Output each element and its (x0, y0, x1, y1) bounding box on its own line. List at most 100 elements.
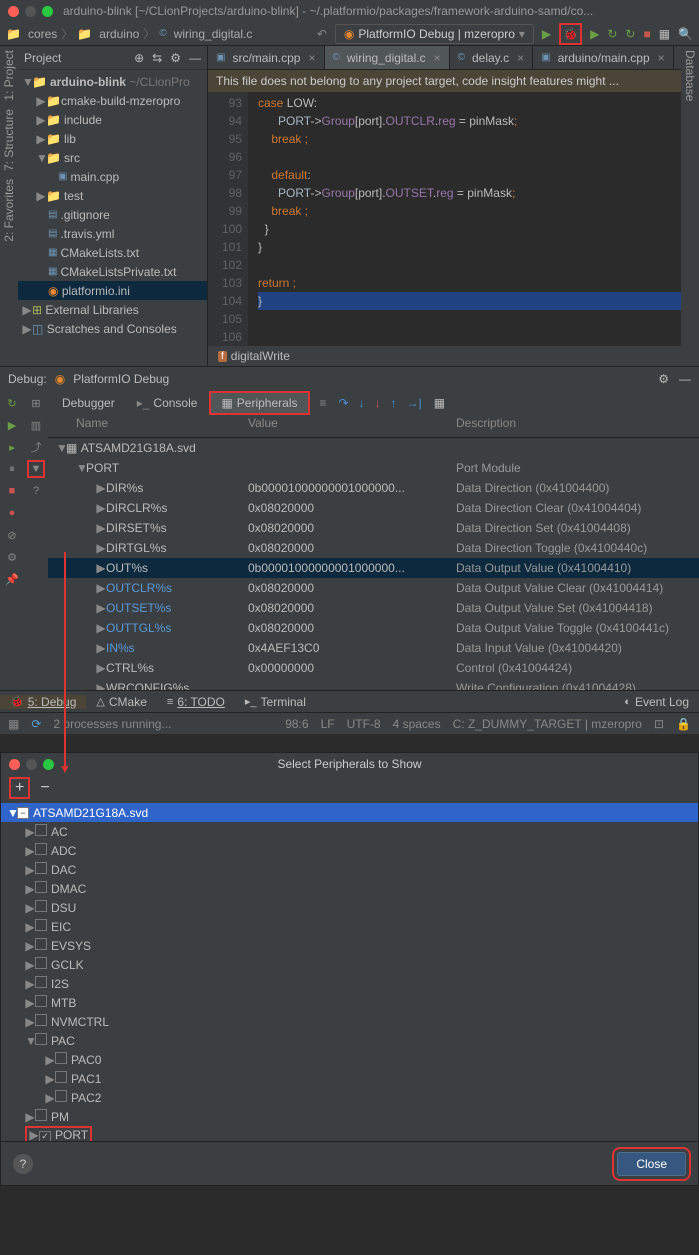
zoom-icon[interactable] (43, 759, 54, 770)
tab-arduino-main[interactable]: ▣arduino/main.cpp× (533, 46, 674, 69)
svd-root-row[interactable]: ▼−ATSAMD21G18A.svd (1, 803, 698, 822)
code-area[interactable]: case LOW: PORT->Group[port].OUTCLR.reg =… (248, 92, 681, 346)
minimize-icon[interactable] (25, 6, 36, 17)
gear-icon[interactable]: ⚙ (170, 51, 181, 65)
back-icon[interactable]: ↶ (317, 27, 327, 41)
peripheral-item[interactable]: ▶PAC2 (1, 1088, 698, 1107)
peripheral-item[interactable]: ▶DSU (1, 898, 698, 917)
tree-folder[interactable]: ▶📁cmake-build-mzeropro (18, 91, 207, 110)
peripheral-item[interactable]: ▶PAC1 (1, 1069, 698, 1088)
register-row[interactable]: ▶DIR%s0b00001000000001000000...Data Dire… (48, 478, 699, 498)
peripheral-item[interactable]: ▼PAC (1, 1031, 698, 1050)
step-over-icon[interactable]: ↷ (339, 396, 349, 410)
peripheral-item[interactable]: ▶✓PORT (1, 1126, 698, 1141)
crumb-arduino[interactable]: arduino (99, 27, 139, 41)
register-row[interactable]: ▶DIRTGL%s0x08020000Data Direction Toggle… (48, 538, 699, 558)
register-row[interactable]: ▶CTRL%s0x00000000Control (0x41004424) (48, 658, 699, 678)
layout-icon[interactable]: ▦ (659, 27, 670, 41)
peripheral-item[interactable]: ▶PAC0 (1, 1050, 698, 1069)
line-ending[interactable]: LF (321, 717, 335, 731)
frames-icon[interactable]: ⊞ (27, 394, 45, 412)
peripheral-list[interactable]: ▼−ATSAMD21G18A.svd ▶AC▶ADC▶DAC▶DMAC▶DSU▶… (1, 801, 698, 1141)
breakpoints-icon[interactable]: ● (3, 504, 21, 522)
force-step-icon[interactable]: ↓ (375, 396, 381, 410)
register-row[interactable]: ▶OUTTGL%s0x08020000Data Output Value Tog… (48, 618, 699, 638)
register-row[interactable]: ▶OUTCLR%s0x08020000Data Output Value Cle… (48, 578, 699, 598)
debug-icon[interactable]: 🐞 (559, 23, 582, 45)
peripheral-item[interactable]: ▶GCLK (1, 955, 698, 974)
tree-file[interactable]: ▤.travis.yml (18, 224, 207, 243)
attach-icon[interactable]: ↻ (625, 27, 635, 41)
zoom-icon[interactable] (42, 6, 53, 17)
svd-root[interactable]: ▼▦ ATSAMD21G18A.svd (48, 438, 699, 458)
processes-running[interactable]: 2 processes running... (53, 717, 171, 731)
tab-cmake[interactable]: △ CMake (86, 695, 156, 709)
run-cov-icon[interactable]: ▶ (590, 27, 599, 41)
peripheral-item[interactable]: ▶EIC (1, 917, 698, 936)
resume-prog-icon[interactable]: ▸ (3, 438, 21, 456)
help-button[interactable]: ? (13, 1154, 33, 1174)
peripheral-item[interactable]: ▶PM (1, 1107, 698, 1126)
step-into-icon[interactable]: ↓ (359, 396, 365, 410)
register-row[interactable]: ▶WRCONFIG%sWrite Configuration (0x410044… (48, 678, 699, 690)
expand-icon[interactable]: ⇆ (152, 51, 162, 65)
register-row[interactable]: ▶OUT%s0b00001000000001000000...Data Outp… (48, 558, 699, 578)
cursor-pos[interactable]: 98:6 (285, 717, 308, 731)
stop-icon[interactable]: ■ (3, 482, 21, 500)
rerun-icon[interactable]: ↻ (3, 394, 21, 412)
pause-icon[interactable]: ⏸ (3, 460, 21, 478)
peripherals-tree[interactable]: ▼▦ ATSAMD21G18A.svd ▼PORTPort Module ▶DI… (48, 438, 699, 690)
left-gutter[interactable]: 1: Project 7: Structure 2: Favorites (0, 46, 18, 366)
run-to-cursor-icon[interactable]: →| (407, 396, 422, 410)
code-insight-banner[interactable]: This file does not belong to any project… (208, 70, 681, 92)
tree-file[interactable]: ▦CMakeListsPrivate.txt (18, 262, 207, 281)
gear-icon[interactable]: ⚙ (658, 372, 669, 386)
hide-icon[interactable]: — (189, 51, 201, 65)
crumb-cores[interactable]: cores (28, 27, 57, 41)
context[interactable]: C: Z_DUMMY_TARGET | mzeropro (453, 717, 642, 731)
calc-icon[interactable]: ▦ (434, 396, 445, 410)
tab-src-main[interactable]: ▣src/main.cpp× (208, 46, 325, 69)
project-tool-tab[interactable]: 1: Project (2, 50, 16, 101)
remove-button[interactable]: − (40, 779, 49, 797)
encoding[interactable]: UTF-8 (347, 717, 381, 731)
tab-delay[interactable]: ©delay.c× (450, 46, 534, 69)
resume-icon[interactable]: ▶ (3, 416, 21, 434)
close-button[interactable]: Close (617, 1152, 686, 1176)
mute-bp-icon[interactable]: ⊘ (3, 526, 21, 544)
run-config-selector[interactable]: ◉ PlatformIO Debug | mzeropro ▾ (335, 24, 534, 44)
tree-folder[interactable]: ▼📁src (18, 148, 207, 167)
gear-icon[interactable]: ⚙ (3, 548, 21, 566)
register-row[interactable]: ▶OUTSET%s0x08020000Data Output Value Set… (48, 598, 699, 618)
tree-folder[interactable]: ▶📁lib (18, 129, 207, 148)
tab-wiring-digital[interactable]: ©wiring_digital.c× (325, 46, 450, 69)
pin-icon[interactable]: 📌 (3, 570, 21, 588)
tab-console[interactable]: ▸_Console (127, 393, 208, 413)
search-icon[interactable]: 🔍 (678, 27, 693, 41)
peripheral-item[interactable]: ▶ADC (1, 841, 698, 860)
port-node[interactable]: ▼PORTPort Module (48, 458, 699, 478)
close-icon[interactable] (8, 6, 19, 17)
collapse-icon[interactable]: ⊕ (134, 51, 144, 65)
peripheral-item[interactable]: ▶DAC (1, 860, 698, 879)
filter-icon[interactable]: ▼ (27, 460, 45, 478)
close-tab-icon[interactable]: × (517, 51, 524, 65)
lock-icon[interactable]: 🔒 (676, 717, 691, 731)
tree-scratches[interactable]: ▶◫ Scratches and Consoles (18, 319, 207, 338)
crumb-file[interactable]: wiring_digital.c (174, 27, 253, 41)
add-button[interactable]: + (9, 777, 30, 799)
indent[interactable]: 4 spaces (393, 717, 441, 731)
tab-peripherals[interactable]: ▦Peripherals (209, 391, 309, 415)
close-tab-icon[interactable]: × (658, 51, 665, 65)
event-log[interactable]: ◐ Event Log (614, 695, 699, 709)
close-tab-icon[interactable]: × (308, 51, 315, 65)
right-gutter[interactable]: Database (681, 46, 699, 366)
favorites-tool-tab[interactable]: 2: Favorites (2, 179, 16, 242)
tree-folder[interactable]: ▶📁test (18, 186, 207, 205)
tree-file[interactable]: ▤.gitignore (18, 205, 207, 224)
tree-folder[interactable]: ▶📁include (18, 110, 207, 129)
peripheral-item[interactable]: ▶I2S (1, 974, 698, 993)
structure-tool-tab[interactable]: 7: Structure (2, 109, 16, 171)
threads-icon[interactable]: ≡ (320, 396, 327, 410)
tree-ext-lib[interactable]: ▶⊞ External Libraries (18, 300, 207, 319)
